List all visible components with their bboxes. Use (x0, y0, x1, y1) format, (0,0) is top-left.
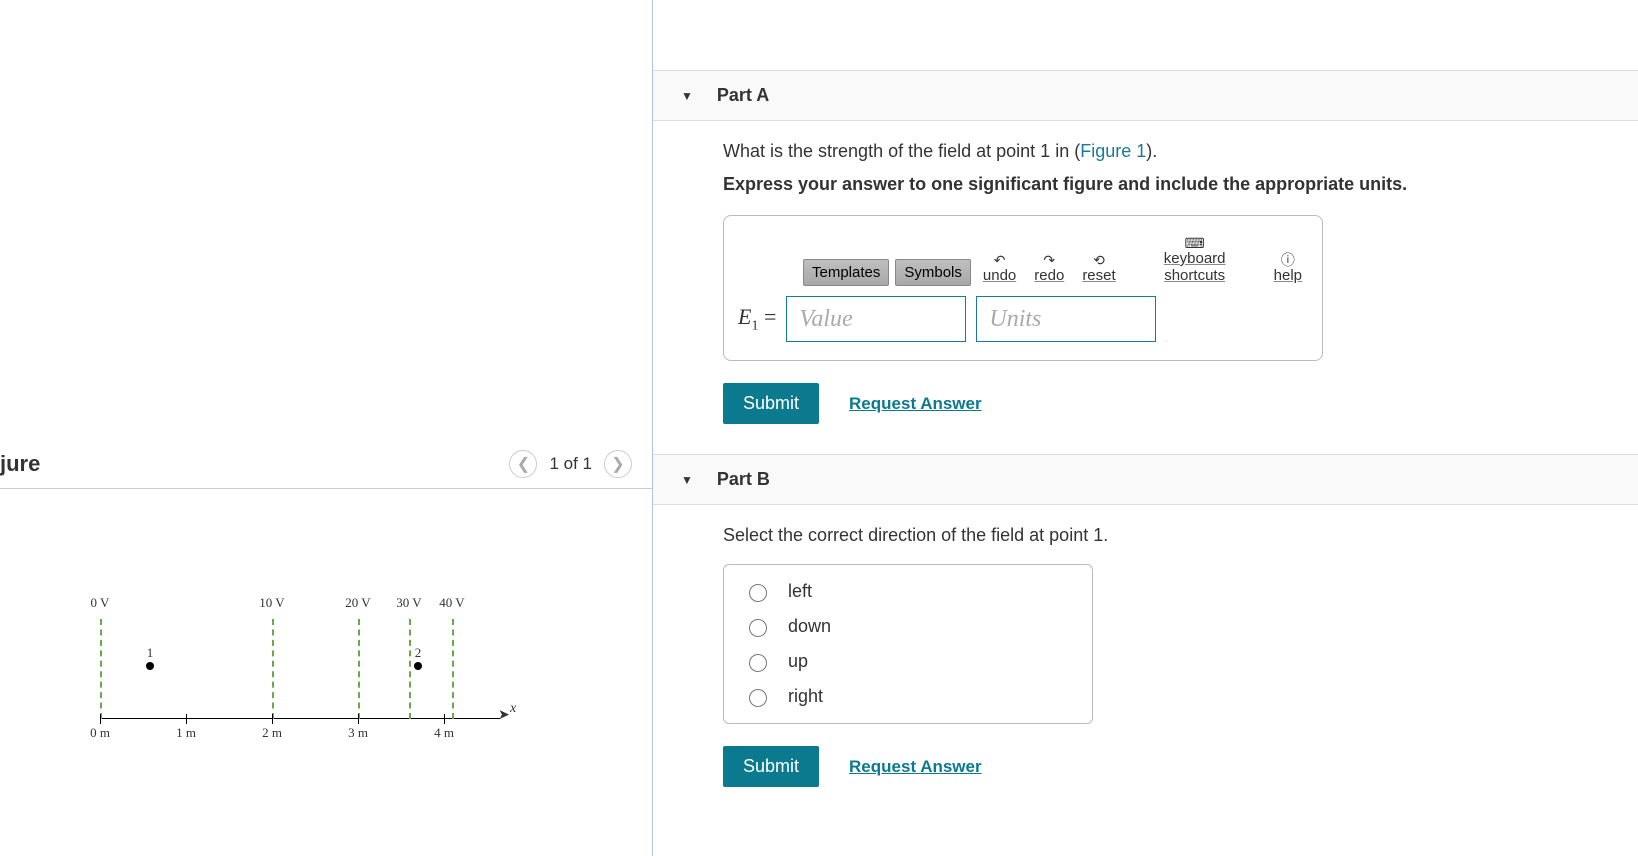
option-right[interactable]: right (744, 686, 1072, 707)
answer-box: Templates Symbols ↶undo ↷redo ⟲reset ⌨ke… (723, 215, 1323, 361)
reset-button[interactable]: ⟲reset (1076, 251, 1121, 286)
option-left[interactable]: left (744, 581, 1072, 602)
equipotential-label: 0 V (91, 595, 110, 611)
part-a-title: Part A (717, 85, 769, 106)
equipotential-label: 30 V (396, 595, 421, 611)
option-up[interactable]: up (744, 651, 1072, 672)
part-a-submit-button[interactable]: Submit (723, 383, 819, 424)
part-b-title: Part B (717, 469, 770, 490)
figure-header: jure ❮ 1 of 1 ❯ (0, 440, 652, 489)
part-a-question: What is the strength of the field at poi… (723, 141, 1638, 162)
equipotential-line (452, 619, 454, 719)
templates-button[interactable]: Templates (803, 259, 889, 286)
equipotential-label: 40 V (439, 595, 464, 611)
equipotential-label: 20 V (345, 595, 370, 611)
part-b-header[interactable]: ▼ Part B (653, 454, 1638, 505)
part-b-request-answer-link[interactable]: Request Answer (849, 757, 982, 777)
lhs-variable: E1 = (738, 304, 776, 334)
equipotential-line (100, 619, 102, 719)
part-b-submit-row: Submit Request Answer (723, 746, 1638, 787)
equipotential-line (358, 619, 360, 719)
undo-icon: ↶ (994, 253, 1006, 267)
caret-down-icon[interactable]: ▼ (681, 89, 693, 103)
x-tick (272, 714, 273, 724)
part-b-question: Select the correct direction of the fiel… (723, 525, 1638, 546)
redo-button[interactable]: ↷redo (1028, 251, 1070, 286)
x-tick (358, 714, 359, 724)
input-row: E1 = (738, 296, 1308, 342)
undo-button[interactable]: ↶undo (977, 251, 1022, 286)
equipotential-line (409, 619, 411, 719)
help-button[interactable]: ⓘhelp (1268, 251, 1308, 286)
redo-icon: ↷ (1043, 253, 1055, 267)
point-dot (146, 662, 154, 670)
value-input[interactable] (786, 296, 966, 342)
figure-title: jure (0, 451, 40, 477)
point-label: 2 (415, 645, 422, 661)
keyboard-button[interactable]: ⌨keyboard shortcuts (1128, 234, 1262, 286)
x-tick-label: 1 m (176, 725, 196, 741)
caret-down-icon[interactable]: ▼ (681, 473, 693, 487)
x-tick (186, 714, 187, 724)
figure-pane: jure ❮ 1 of 1 ❯ ➤ x 0 V 10 V 20 V 30 V 40 V 0… (0, 0, 653, 856)
equipotential-line (272, 619, 274, 719)
part-b-body: Select the correct direction of the fiel… (653, 505, 1638, 817)
x-axis (100, 718, 500, 719)
question-pane: ▼ Part A What is the strength of the fie… (653, 0, 1638, 856)
option-down[interactable]: down (744, 616, 1072, 637)
answer-toolbar: Templates Symbols ↶undo ↷redo ⟲reset ⌨ke… (803, 234, 1308, 286)
keyboard-icon: ⌨ (1185, 236, 1205, 250)
radio-left[interactable] (749, 584, 767, 602)
radio-options: left down up right (723, 564, 1093, 724)
x-axis-arrow-icon: ➤ (498, 706, 510, 723)
reset-icon: ⟲ (1093, 253, 1105, 267)
symbols-button[interactable]: Symbols (895, 259, 971, 286)
figure-next-button[interactable]: ❯ (604, 450, 632, 478)
figure-1-link[interactable]: Figure 1 (1080, 141, 1146, 161)
figure-nav: ❮ 1 of 1 ❯ (509, 450, 632, 478)
part-a-instruction: Express your answer to one significant f… (723, 174, 1638, 195)
point-dot (414, 662, 422, 670)
radio-right[interactable] (749, 689, 767, 707)
x-tick (100, 714, 101, 724)
radio-up[interactable] (749, 654, 767, 672)
figure-canvas: ➤ x 0 V10 V20 V30 V40 V0 m1 m2 m3 m4 m12 (100, 579, 530, 739)
part-b-submit-button[interactable]: Submit (723, 746, 819, 787)
part-a-header[interactable]: ▼ Part A (653, 70, 1638, 121)
x-axis-label: x (510, 701, 516, 717)
part-a-body: What is the strength of the field at poi… (653, 121, 1638, 454)
units-input[interactable] (976, 296, 1156, 342)
equipotential-label: 10 V (259, 595, 284, 611)
x-tick-label: 0 m (90, 725, 110, 741)
point-label: 1 (147, 645, 154, 661)
part-a-submit-row: Submit Request Answer (723, 383, 1638, 424)
figure-prev-button[interactable]: ❮ (509, 450, 537, 478)
x-tick-label: 3 m (348, 725, 368, 741)
part-a-request-answer-link[interactable]: Request Answer (849, 394, 982, 414)
x-tick (444, 714, 445, 724)
x-tick-label: 2 m (262, 725, 282, 741)
radio-down[interactable] (749, 619, 767, 637)
help-icon: ⓘ (1281, 253, 1295, 267)
figure-count: 1 of 1 (549, 454, 592, 474)
x-tick-label: 4 m (434, 725, 454, 741)
